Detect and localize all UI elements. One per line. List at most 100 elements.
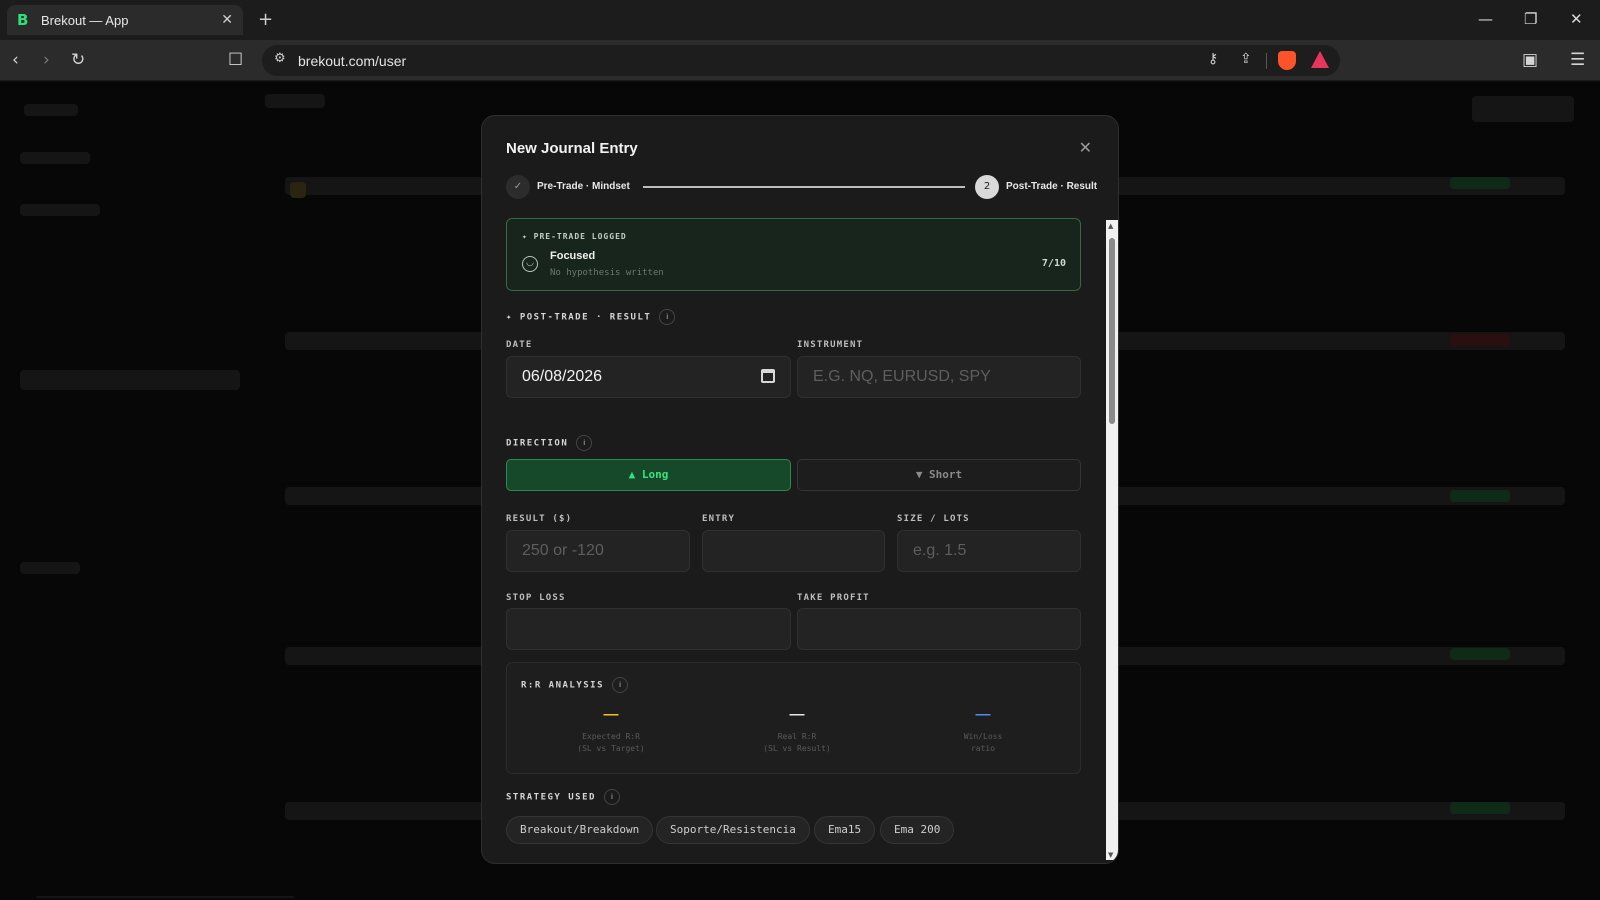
brave-rewards-icon[interactable]	[1311, 51, 1329, 68]
omnibox-divider	[1266, 53, 1267, 69]
pretrade-mood: Focused	[550, 250, 596, 262]
journal-entry-modal: New Journal Entry ✕ ✓ Pre-Trade · Mindse…	[481, 115, 1119, 864]
step-1-check-icon[interactable]: ✓	[506, 175, 530, 199]
brekout-favicon-icon: B	[17, 11, 29, 29]
date-input[interactable]: 06/08/2026	[506, 356, 791, 398]
instrument-placeholder: E.G. NQ, EURUSD, SPY	[813, 368, 991, 385]
direction-short-button[interactable]: ▼ Short	[797, 459, 1081, 491]
step-progress: ✓ Pre-Trade · Mindset 2 Post-Trade · Res…	[506, 175, 1097, 199]
strategy-chip[interactable]: Ema15	[814, 816, 876, 844]
step-2-number[interactable]: 2	[975, 175, 999, 199]
date-value: 06/08/2026	[522, 368, 603, 385]
info-icon[interactable]: i	[659, 309, 676, 325]
result-label: RESULT ($)	[506, 514, 573, 524]
real-rr-value: —	[789, 706, 805, 723]
smiley-face-icon: ◡	[522, 256, 538, 272]
restore-icon[interactable]: ❐	[1524, 10, 1537, 28]
tab-title: Brekout — App	[41, 12, 129, 28]
browser-toolbar: ‹ › ↻ ☐ ⚙ brekout.com/user ⚷ ⇪ ▣ ☰	[0, 40, 1600, 81]
back-icon[interactable]: ‹	[12, 50, 19, 70]
strategy-chip[interactable]: Breakout/Breakdown	[506, 816, 654, 844]
bg-scroll-indicator	[36, 896, 294, 898]
take-profit-input[interactable]	[797, 608, 1081, 650]
forward-icon[interactable]: ›	[43, 50, 50, 70]
size-input[interactable]: e.g. 1.5	[897, 530, 1081, 572]
entry-label: ENTRY	[702, 514, 736, 524]
instrument-input[interactable]: E.G. NQ, EURUSD, SPY	[797, 356, 1081, 398]
bg-nav-block	[20, 204, 100, 216]
info-icon[interactable]: i	[576, 435, 593, 451]
expected-rr-value: —	[603, 706, 619, 723]
tab-close-icon[interactable]: ✕	[221, 12, 233, 28]
strategy-chip[interactable]: Ema 200	[880, 816, 955, 844]
calendar-icon[interactable]	[761, 369, 775, 383]
pretrade-logged-tag: ✦ PRE-TRADE LOGGED	[522, 232, 627, 241]
scrollbar-thumb[interactable]	[1109, 238, 1115, 424]
date-label: DATE	[506, 340, 533, 350]
strategy-title: STRATEGY USED i	[506, 789, 620, 805]
brave-shields-icon[interactable]	[1278, 51, 1296, 70]
menu-icon[interactable]: ☰	[1570, 50, 1585, 70]
window-close-icon[interactable]: ✕	[1570, 10, 1583, 28]
bg-green-badge	[1450, 648, 1510, 660]
strategy-chip[interactable]: Soporte/Resistencia	[656, 816, 810, 844]
info-icon[interactable]: i	[612, 677, 629, 693]
rr-analysis-title: R:R ANALYSIS i	[521, 677, 629, 693]
bg-nav-block	[20, 562, 80, 574]
rr-analysis-panel: R:R ANALYSIS i — Expected R:R (SL vs Targe…	[506, 662, 1081, 774]
pretrade-score: 7/10	[1041, 258, 1066, 269]
pretrade-summary-card: ✦ PRE-TRADE LOGGED ◡ Focused No hypothes…	[506, 218, 1081, 291]
share-icon[interactable]: ⇪	[1240, 51, 1252, 67]
real-rr: — Real R:R (SL vs Result)	[727, 707, 867, 755]
real-rr-sublabel: (SL vs Result)	[763, 744, 831, 753]
expected-rr-sublabel: (SL vs Target)	[577, 744, 645, 753]
win-loss-ratio: — Win/Loss ratio	[913, 707, 1053, 755]
modal-scroll-content: ✦ PRE-TRADE LOGGED ◡ Focused No hypothes…	[482, 218, 1102, 863]
bg-yellow-dot	[290, 182, 306, 198]
bookmark-icon[interactable]: ☐	[228, 50, 243, 70]
step-2-label[interactable]: Post-Trade · Result	[1006, 181, 1097, 192]
minimize-icon[interactable]: —	[1478, 10, 1493, 28]
win-loss-sublabel: ratio	[970, 744, 996, 753]
bg-logo-block	[24, 104, 78, 116]
scroll-down-icon[interactable]: ▼	[1108, 851, 1113, 859]
bg-button-block	[1472, 96, 1574, 122]
result-placeholder: 250 or -120	[522, 542, 604, 559]
pretrade-hypothesis: No hypothesis written	[550, 268, 664, 278]
step-1-label[interactable]: Pre-Trade · Mindset	[537, 181, 630, 192]
modal-close-icon[interactable]: ✕	[1079, 138, 1092, 157]
step-connector	[643, 186, 965, 188]
browser-tab[interactable]: B Brekout — App ✕	[7, 5, 243, 35]
new-tab-icon[interactable]: +	[258, 9, 273, 30]
win-loss-label: Win/Loss	[963, 732, 1003, 741]
bg-nav-block	[20, 370, 240, 390]
scroll-up-icon[interactable]: ▲	[1108, 222, 1113, 230]
reload-icon[interactable]: ↻	[71, 50, 85, 70]
post-trade-section-title: ✦ POST-TRADE · RESULT i	[506, 309, 676, 325]
site-info-icon[interactable]: ⚙	[274, 51, 286, 66]
bg-heading-block	[265, 94, 325, 108]
address-url[interactable]: brekout.com/user	[298, 53, 406, 69]
size-placeholder: e.g. 1.5	[913, 542, 967, 559]
result-input[interactable]: 250 or -120	[506, 530, 690, 572]
browser-tabbar: B Brekout — App ✕ + — ❐ ✕	[0, 0, 1600, 40]
bg-green-badge	[1450, 177, 1510, 189]
bg-green-badge	[1450, 490, 1510, 502]
bg-red-badge	[1450, 334, 1510, 346]
instrument-label: INSTRUMENT	[797, 340, 864, 350]
modal-scrollbar[interactable]: ▲ ▼	[1106, 220, 1118, 860]
bg-green-badge	[1450, 802, 1510, 814]
real-rr-label: Real R:R	[777, 732, 817, 741]
stop-loss-label: STOP LOSS	[506, 593, 566, 603]
info-icon[interactable]: i	[603, 789, 620, 805]
entry-input[interactable]	[702, 530, 885, 572]
expected-rr: — Expected R:R (SL vs Target)	[541, 707, 681, 755]
take-profit-label: TAKE PROFIT	[797, 593, 870, 603]
direction-label: DIRECTION i	[506, 435, 593, 451]
address-bar[interactable]: ⚙ brekout.com/user ⚷ ⇪	[262, 45, 1340, 76]
sidebar-icon[interactable]: ▣	[1522, 50, 1538, 70]
direction-long-button[interactable]: ▲ Long	[506, 459, 791, 491]
size-label: SIZE / LOTS	[897, 514, 970, 524]
stop-loss-input[interactable]	[506, 608, 791, 650]
password-key-icon[interactable]: ⚷	[1208, 51, 1218, 67]
